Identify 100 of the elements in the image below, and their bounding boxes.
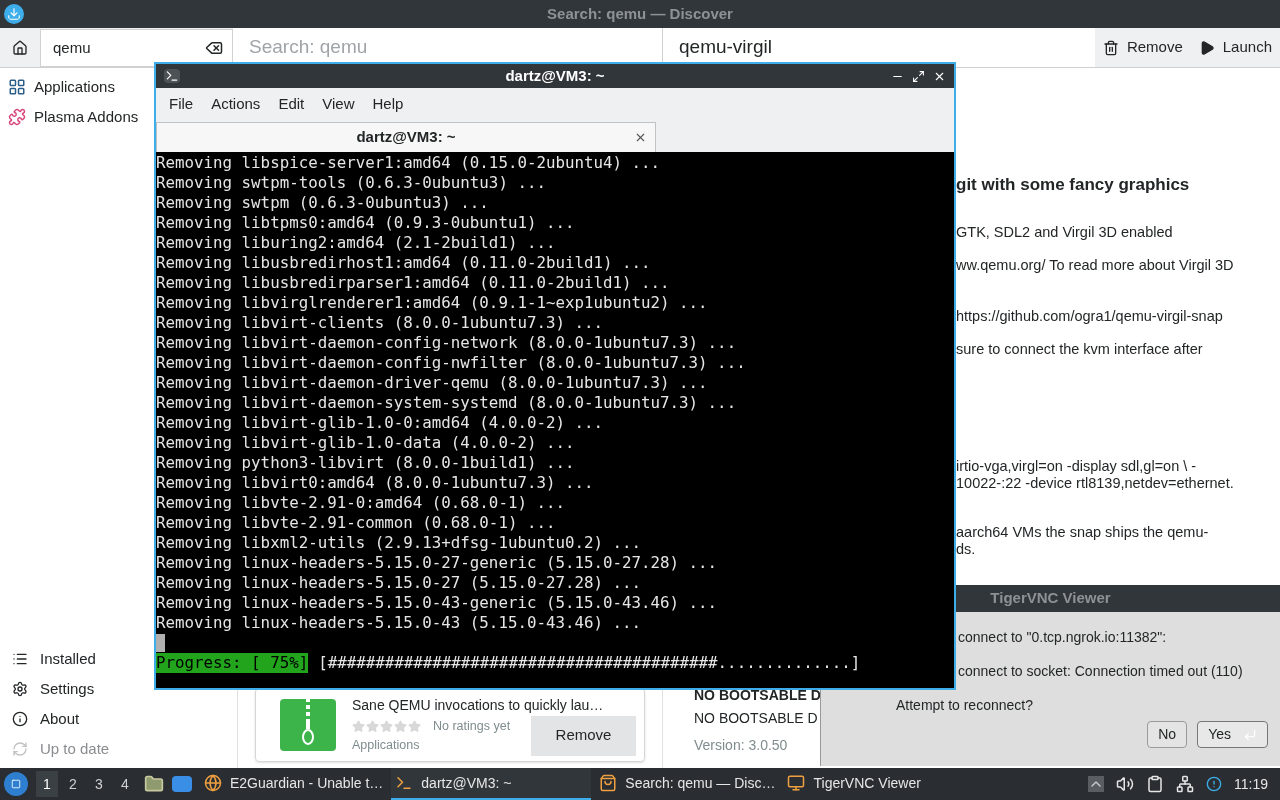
terminal-line: Removing libvirglrenderer1:amd64 (0.9.1-1~exp1ubuntu2) ... — [156, 293, 709, 313]
desktop-switch[interactable]: 2 — [62, 771, 84, 797]
menu-item[interactable]: View — [313, 92, 364, 116]
progress-text: [#########################################..............] — [318, 653, 861, 673]
details-heading: git with some fancy graphics — [956, 174, 1191, 196]
terminal-line: Removing libvirt-daemon-config-nwfilter (8.0.0-1ubuntu7.3) ... — [156, 353, 747, 373]
details-text: aarch64 VMs the snap ships the qemu- — [956, 523, 1210, 541]
sidebar-item[interactable]: Installed — [0, 644, 108, 674]
task-button[interactable]: Search: qemu — Disc… — [595, 768, 780, 800]
terminal-line: Removing libvirt-daemon-driver-qemu (8.0.0-1ubuntu7.3) ... — [156, 373, 709, 393]
volume-icon[interactable] — [1116, 775, 1134, 793]
menu-item[interactable]: Help — [363, 92, 413, 116]
terminal-line: Removing libvte-2.91-common (0.68.0-1) ... — [156, 513, 557, 533]
terminal-line: Removing libvirt-clients (8.0.0-1ubuntu7.3) ... — [156, 313, 604, 333]
terminal-line: Removing linux-headers-5.15.0-27-generic (5.15.0-27.28) ... — [156, 553, 719, 573]
terminal-line: Removing libtpms0:amd64 (0.9.3-0ubuntu1) ... — [156, 213, 576, 233]
cursor-block — [156, 634, 165, 652]
search-field[interactable]: qemu — [40, 28, 233, 67]
terminal-line: Removing swtpm-tools (0.6.3-0ubuntu3) ... — [156, 173, 547, 193]
dialog-button[interactable]: Yes — [1197, 721, 1268, 748]
task-button[interactable]: E2Guardian - Unable t… — [200, 768, 388, 800]
details-text: 10022-:22 -device rtl8139,netdev=ethernet. — [956, 474, 1235, 492]
terminal-line: Removing linux-headers-5.15.0-43-generic (5.15.0-43.46) ... — [156, 593, 719, 613]
home-icon — [12, 39, 28, 56]
terminal-line: Removing python3-libvirt (8.0.0-1build1) ... — [156, 453, 576, 473]
clipboard-icon[interactable] — [1146, 775, 1164, 793]
grid-icon — [8, 78, 26, 96]
window-title: TigerVNC Viewer — [990, 588, 1111, 609]
terminal-tab[interactable]: dartz@VM3: ~ — [156, 122, 656, 152]
toolbar-action-button[interactable]: Launch — [1190, 28, 1280, 67]
clock[interactable]: 11:19 — [1234, 773, 1268, 795]
details-text: irtio-vga,virgl=on -display sdl,gl=on \ - — [956, 457, 1198, 475]
monitor-icon — [787, 774, 806, 792]
details-text: ds. — [956, 540, 977, 558]
network-icon[interactable] — [1176, 775, 1194, 793]
remove-button[interactable]: Remove — [531, 715, 636, 756]
puzzle-icon — [8, 108, 26, 126]
terminal-line: Removing libusbredirhost1:amd64 (0.11.0-2build1) ... — [156, 253, 652, 273]
desktop-switch[interactable]: 4 — [114, 771, 136, 797]
task-button[interactable]: dartz@VM3: ~ — [391, 768, 592, 800]
menu-item[interactable]: Actions — [202, 92, 270, 116]
dialog-message: connect to socket: Connection timed out (110) — [957, 662, 1244, 680]
progress-label: Progress: [ 75%] — [156, 653, 309, 673]
sidebar-item[interactable]: Settings — [0, 674, 107, 704]
notification-icon[interactable] — [1206, 776, 1222, 792]
terminal-line: Removing libspice-server1:amd64 (0.15.0-2ubuntu4) ... — [156, 153, 662, 173]
terminal-line: Removing libvirt-daemon-system-systemd (8.0.0-1ubuntu7.3) ... — [156, 393, 738, 413]
dialog-button[interactable]: No — [1147, 721, 1188, 748]
dialog-message: connect to "0.tcp.ngrok.io:11382": — [957, 628, 1168, 646]
refresh-icon — [12, 741, 28, 757]
desktop-switch[interactable]: 3 — [88, 771, 110, 797]
list-header: Search: qemu — [249, 35, 368, 60]
terminal-line: Removing libvirt0:amd64 (8.0.0-1ubuntu7.3) ... — [156, 473, 595, 493]
settings-icon — [12, 681, 28, 697]
info-icon — [12, 711, 28, 727]
window-title: dartz@VM3: ~ — [505, 65, 605, 86]
window-icon[interactable] — [172, 776, 192, 792]
sidebar-item[interactable]: About — [0, 704, 92, 734]
tray-expand-icon[interactable] — [1088, 776, 1104, 792]
result-title: NO BOOTSABLE D — [694, 686, 821, 705]
result-summary: NO BOOTSABLE D — [694, 709, 818, 728]
folder-icon[interactable] — [144, 774, 164, 794]
globe-icon — [204, 774, 222, 792]
zipper-app-icon — [280, 699, 336, 751]
window-title: Search: qemu — Discover — [547, 3, 733, 24]
terminal-line: Removing liburing2:amd64 (2.1-2build1) ... — [156, 233, 557, 253]
details-text: sure to connect the kvm interface after — [956, 340, 1204, 358]
terminal-line: Removing libusbredirparser1:amd64 (0.11.0-2build1) ... — [156, 273, 671, 293]
start-menu-icon[interactable] — [4, 772, 28, 796]
trash-icon — [1102, 39, 1119, 56]
result-version: Version: 3.0.50 — [694, 736, 788, 755]
menu-item[interactable]: File — [160, 92, 203, 116]
rating-text: No ratings yet — [433, 717, 511, 735]
details-text: GTK, SDL2 and Virgil 3D enabled — [956, 223, 1174, 241]
terminal-line: Removing libvirt-glib-1.0-data (4.0.0-2) ... — [156, 433, 576, 453]
shopping-bag-icon — [599, 774, 618, 792]
toolbar-action-button[interactable]: Remove — [1094, 28, 1191, 67]
download-app-icon — [4, 4, 24, 24]
terminal-line: Removing linux-headers-5.15.0-27 (5.15.0-27.28) ... — [156, 573, 643, 593]
terminal-line: Removing linux-headers-5.15.0-43 (5.15.0-43.46) ... — [156, 613, 643, 633]
sidebar-item[interactable]: Plasma Addons — [0, 102, 147, 132]
app-description: Sane QEMU invocations to quickly lau… — [352, 695, 604, 715]
dialog-question: Attempt to reconnect? — [895, 696, 1034, 714]
terminal-line: Removing libxml2-utils (2.9.13+dfsg-1ubuntu0.2) ... — [156, 533, 643, 553]
terminal-icon — [395, 774, 414, 792]
details-text: ww.qemu.org/ To read more about Virgil 3D — [956, 256, 1235, 274]
terminal-line: Removing libvte-2.91-0:amd64 (0.68.0-1) ... — [156, 493, 566, 513]
close-tab-icon[interactable] — [634, 131, 647, 144]
task-button[interactable]: TigerVNC Viewer — [783, 768, 925, 800]
sidebar-item[interactable]: Applications — [0, 72, 123, 102]
terminal-icon — [164, 69, 180, 83]
terminal-line: Removing libvirt-daemon-config-network (8.0.0-1ubuntu7.3) ... — [156, 333, 738, 353]
desktop-switch[interactable]: 1 — [36, 771, 58, 797]
terminal-line: Removing swtpm (0.6.3-0ubuntu3) ... — [156, 193, 490, 213]
menu-item[interactable]: Edit — [269, 92, 314, 116]
app-category: Applications — [352, 736, 421, 754]
maximize-icon[interactable] — [912, 69, 925, 83]
details-text: https://github.com/ogra1/qemu-virgil-snap — [956, 307, 1224, 325]
app-title: qemu-virgil — [679, 35, 772, 60]
terminal-line: Removing libvirt-glib-1.0-0:amd64 (4.0.0-2) ... — [156, 413, 604, 433]
